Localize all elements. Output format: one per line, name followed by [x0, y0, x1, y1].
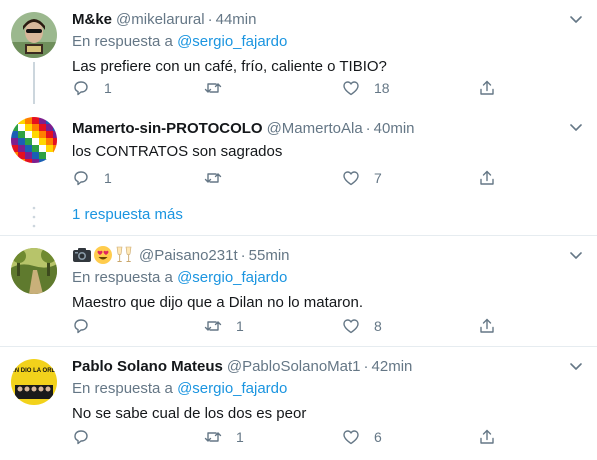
like-button[interactable]: 6: [342, 428, 382, 446]
reply-button[interactable]: [72, 317, 104, 335]
retweet-icon: [204, 432, 222, 442]
display-name[interactable]: M&ke: [72, 11, 112, 28]
reply-prefix: En respuesta a: [72, 380, 173, 397]
share-button[interactable]: [478, 79, 496, 97]
display-name-emojis[interactable]: [72, 245, 134, 265]
retweet-button[interactable]: [204, 79, 236, 97]
share-button[interactable]: [478, 428, 496, 446]
share-icon: [480, 170, 494, 185]
like-icon: [343, 81, 359, 96]
retweet-count: 1: [236, 429, 244, 445]
tweet-header: Pablo Solano Mateus @PabloSolanoMat1 · 4…: [72, 356, 585, 376]
tweet[interactable]: Mamerto-sin-PROTOCOLO @MamertoAla · 40mi…: [0, 105, 597, 195]
timestamp[interactable]: 42min: [372, 358, 413, 375]
separator-dot: ·: [207, 10, 213, 28]
timeline: M&ke @mikelarural · 44min En respuesta a…: [0, 0, 597, 460]
avatar[interactable]: [11, 248, 57, 294]
like-button[interactable]: 7: [342, 169, 382, 187]
avatar[interactable]: [11, 12, 57, 58]
share-button[interactable]: [478, 169, 496, 187]
like-icon: [343, 171, 359, 186]
reply-mention-link[interactable]: @sergio_fajardo: [177, 380, 287, 397]
reply-context: En respuesta a @sergio_fajardo: [72, 380, 585, 400]
retweet-icon: [204, 173, 222, 183]
reply-icon: [74, 171, 88, 186]
reply-context: En respuesta a @sergio_fajardo: [72, 33, 585, 53]
tweet-text: No se sabe cual de los dos es peor: [72, 405, 307, 422]
caret-down-icon[interactable]: [567, 118, 585, 136]
retweet-button[interactable]: [204, 169, 236, 187]
tweet-text: Las prefiere con un café, frío, caliente…: [72, 58, 387, 75]
reply-button[interactable]: 1: [72, 79, 112, 97]
retweet-button[interactable]: 1: [204, 428, 244, 446]
like-icon: [343, 430, 359, 445]
display-name[interactable]: Pablo Solano Mateus: [72, 358, 223, 375]
share-button[interactable]: [478, 317, 496, 335]
heart-eyes-face-icon: [94, 246, 112, 264]
like-count: 8: [374, 318, 382, 334]
reply-prefix: En respuesta a: [72, 269, 173, 286]
user-handle[interactable]: @mikelarural: [116, 11, 205, 28]
user-handle[interactable]: @MamertoAla: [267, 120, 363, 137]
reply-icon: [74, 430, 88, 445]
show-more-replies-link[interactable]: 1 respuesta más: [72, 206, 183, 223]
share-icon: [480, 318, 494, 333]
tweet-header: @Paisano231t · 55min: [72, 245, 585, 265]
timestamp[interactable]: 44min: [216, 11, 257, 28]
tweet-text: Maestro que dijo que a Dilan no lo matar…: [72, 294, 364, 311]
timestamp[interactable]: 40min: [374, 120, 415, 137]
tweet-header: Mamerto-sin-PROTOCOLO @MamertoAla · 40mi…: [72, 118, 585, 138]
share-icon: [480, 429, 494, 444]
tweet[interactable]: M&ke @mikelarural · 44min En respuesta a…: [0, 0, 597, 105]
avatar[interactable]: QUIÉN DIO LA ORDEN?: [11, 359, 57, 405]
reply-context: En respuesta a @sergio_fajardo: [72, 269, 585, 289]
tweet-actions: 1 7: [72, 169, 494, 189]
reply-count: 1: [104, 80, 112, 96]
tweet[interactable]: QUIÉN DIO LA ORDEN? Pablo Solano Mateus …: [0, 347, 597, 460]
share-icon: [480, 80, 494, 95]
reply-mention-link[interactable]: @sergio_fajardo: [177, 33, 287, 50]
reply-icon: [74, 81, 88, 96]
reply-icon: [74, 319, 88, 334]
like-count: 7: [374, 170, 382, 186]
separator-dot: ·: [363, 357, 369, 375]
caret-down-icon[interactable]: [567, 10, 585, 28]
like-button[interactable]: 8: [342, 317, 382, 335]
user-handle[interactable]: @Paisano231t: [139, 247, 238, 264]
separator-dot: ·: [240, 246, 246, 264]
avatar-poster-text: QUIÉN DIO LA ORDEN?: [11, 366, 57, 374]
reply-button[interactable]: [72, 428, 104, 446]
retweet-icon: [204, 83, 222, 93]
reply-prefix: En respuesta a: [72, 33, 173, 50]
tweet-header: M&ke @mikelarural · 44min: [72, 9, 585, 29]
champagne-glasses-icon: [116, 246, 132, 262]
avatar[interactable]: [11, 117, 57, 163]
reply-mention-link[interactable]: @sergio_fajardo: [177, 269, 287, 286]
tweet-actions: 1 18: [72, 79, 494, 99]
caret-down-icon[interactable]: [567, 246, 585, 264]
like-count: 18: [374, 80, 390, 96]
like-count: 6: [374, 429, 382, 445]
user-handle[interactable]: @PabloSolanoMat1: [227, 358, 361, 375]
retweet-button[interactable]: 1: [204, 317, 244, 335]
tweet-actions: 1 6: [72, 428, 494, 448]
reply-button[interactable]: 1: [72, 169, 112, 187]
retweet-icon: [204, 321, 222, 331]
timestamp[interactable]: 55min: [249, 247, 290, 264]
tweet-actions: 1 8: [72, 317, 494, 337]
caret-down-icon[interactable]: [567, 357, 585, 375]
display-name[interactable]: Mamerto-sin-PROTOCOLO: [72, 120, 263, 137]
camera-icon: [73, 248, 91, 262]
reply-count: 1: [104, 170, 112, 186]
tweet-text: los CONTRATOS son sagrados: [72, 143, 283, 160]
separator-dot: ·: [365, 119, 371, 137]
like-button[interactable]: 18: [342, 79, 390, 97]
tweet[interactable]: @Paisano231t · 55min En respuesta a @ser…: [0, 236, 597, 346]
more-replies-dots-icon: [32, 206, 36, 228]
retweet-count: 1: [236, 318, 244, 334]
like-icon: [343, 319, 359, 334]
